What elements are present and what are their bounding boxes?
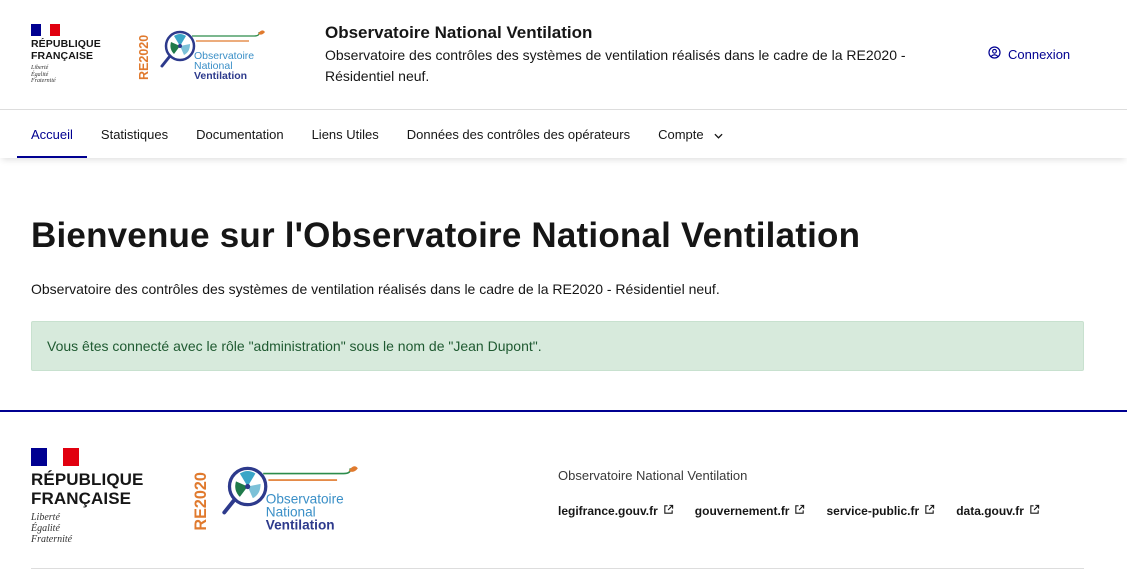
alert-message: Vous êtes connecté avec le rôle "adminis… — [47, 338, 542, 354]
nav-label: Documentation — [196, 126, 284, 142]
nav-item-compte[interactable]: Compte — [644, 110, 737, 158]
nav-item-donnees-controles[interactable]: Données des contrôles des opérateurs — [393, 110, 644, 158]
footer-link-gouvernement[interactable]: gouvernement.fr — [695, 504, 806, 518]
nav-label: Compte — [658, 126, 704, 142]
success-alert: Vous êtes connecté avec le rôle "adminis… — [31, 321, 1084, 371]
footer-logo-line-ventilation: Ventilation — [266, 517, 335, 532]
footer-link-data-gouv[interactable]: data.gouv.fr — [956, 504, 1040, 518]
nav-label: Liens Utiles — [311, 126, 379, 142]
nav-item-statistiques[interactable]: Statistiques — [87, 110, 182, 158]
login-label: Connexion — [1008, 46, 1071, 62]
nav-label: Accueil — [31, 126, 73, 142]
user-circle-icon — [988, 46, 1001, 62]
footer-link-label: service-public.fr — [826, 504, 920, 518]
service-tagline: Observatoire des contrôles des systèmes … — [325, 47, 906, 84]
page-title: Bienvenue sur l'Observatoire National Ve… — [31, 216, 861, 255]
footer-link-legifrance[interactable]: legifrance.gouv.fr — [558, 504, 674, 518]
footer-link-label: gouvernement.fr — [694, 504, 790, 518]
republique-motto: Liberté Égalité Fraternité — [31, 65, 56, 84]
nav-item-accueil[interactable]: Accueil — [17, 110, 87, 158]
nav-label: Statistiques — [100, 126, 169, 142]
chevron-down-icon — [714, 127, 723, 142]
external-link-icon — [663, 504, 674, 518]
footer-republique-logo[interactable]: RÉPUBLIQUE FRANÇAISE Liberté Égalité Fra… — [31, 448, 161, 545]
footer-description: Observatoire National Ventilation — [558, 468, 748, 483]
external-link-icon — [924, 504, 935, 518]
footer-divider — [31, 568, 1084, 569]
service-title[interactable]: Observatoire National Ventilation — [325, 23, 965, 43]
external-link-icon — [794, 504, 805, 518]
footer-link-label: data.gouv.fr — [956, 504, 1024, 518]
site-header: RÉPUBLIQUE FRANÇAISE Liberté Égalité Fra… — [0, 0, 1127, 110]
footer-onv-logo[interactable]: RE2020 Observatoire National Ventilation — [188, 458, 363, 540]
footer-links: legifrance.gouv.fr gouvernement.fr servi… — [558, 504, 1040, 518]
marianne-flag-icon — [31, 448, 79, 466]
marianne-flag-icon — [31, 24, 60, 36]
onv-logo[interactable]: RE2020 Observatoire National Ventilation — [134, 24, 269, 84]
site-footer: RÉPUBLIQUE FRANÇAISE Liberté Égalité Fra… — [0, 410, 1127, 574]
logo-line-ventilation: Ventilation — [194, 70, 247, 82]
re2020-label: RE2020 — [137, 35, 151, 80]
external-link-icon — [1029, 504, 1040, 518]
republique-francaise-logo[interactable]: RÉPUBLIQUE FRANÇAISE Liberté Égalité Fra… — [31, 24, 111, 85]
footer-link-service-public[interactable]: service-public.fr — [826, 504, 935, 518]
republique-title: RÉPUBLIQUE FRANÇAISE — [31, 38, 101, 62]
footer-republique-title: RÉPUBLIQUE FRANÇAISE — [31, 470, 144, 508]
service-block: Observatoire National Ventilation Observ… — [325, 23, 965, 87]
footer-re2020-label: RE2020 — [192, 472, 210, 531]
main-navigation: Accueil Statistiques Documentation Liens… — [0, 110, 1127, 158]
footer-republique-motto: Liberté Égalité Fraternité — [31, 512, 73, 545]
nav-label: Données des contrôles des opérateurs — [406, 126, 631, 142]
page-lead: Observatoire des contrôles des systèmes … — [31, 281, 720, 297]
nav-item-liens-utiles[interactable]: Liens Utiles — [298, 110, 393, 158]
footer-link-label: legifrance.gouv.fr — [558, 504, 658, 518]
nav-item-documentation[interactable]: Documentation — [182, 110, 297, 158]
login-button[interactable]: Connexion — [988, 46, 1070, 62]
